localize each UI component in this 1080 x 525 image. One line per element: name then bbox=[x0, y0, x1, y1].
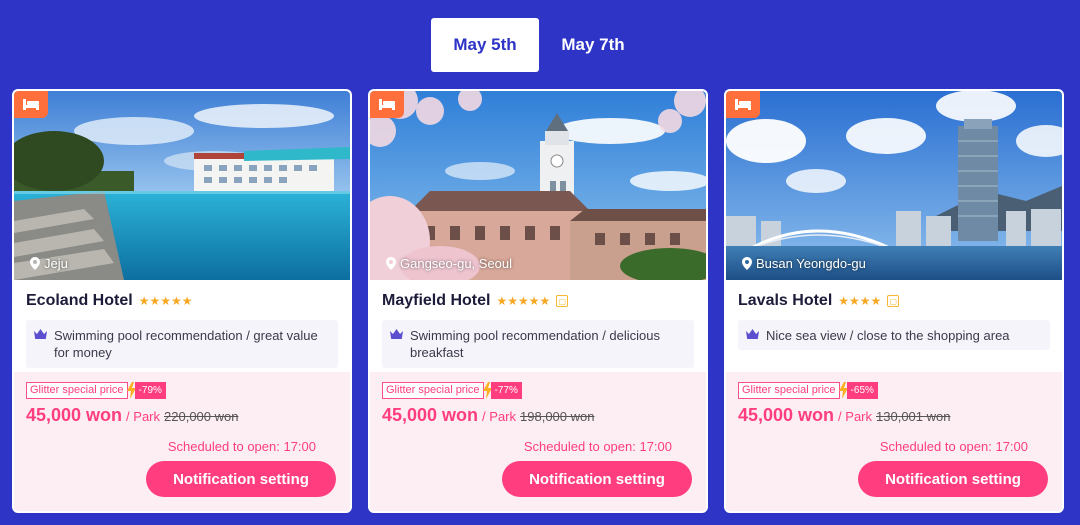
sale-price: 45,000 won bbox=[382, 405, 479, 425]
park-label: / Park bbox=[838, 409, 873, 424]
date-tabs: May 5th May 7th bbox=[431, 18, 647, 72]
recommendation-box: Swimming pool recommendation / delicious… bbox=[382, 320, 694, 368]
notification-setting-button[interactable]: Notification setting bbox=[858, 461, 1048, 497]
location-label: Busan Yeongdo-gu bbox=[742, 256, 866, 271]
hotel-tower-image bbox=[370, 91, 706, 280]
hotel-name: Lavals Hotel bbox=[738, 292, 833, 309]
tab-may-7th[interactable]: May 7th bbox=[539, 18, 647, 72]
location-pin-icon bbox=[30, 257, 40, 270]
price-section: Glitter special price -77% 45,000 won / … bbox=[370, 372, 706, 511]
recommendation-box: Swimming pool recommendation / great val… bbox=[26, 320, 338, 368]
location-pin-icon bbox=[386, 257, 396, 270]
original-price: 220,000 won bbox=[164, 409, 239, 424]
location-text: Busan Yeongdo-gu bbox=[756, 256, 866, 271]
location-label: Jeju bbox=[30, 256, 68, 271]
location-label: Gangseo-gu, Seoul bbox=[386, 256, 512, 271]
price-section: Glitter special price -65% 45,000 won / … bbox=[726, 372, 1062, 511]
special-price-tag: Glitter special price -65% bbox=[738, 381, 1050, 399]
hotel-name: Ecoland Hotel bbox=[26, 292, 133, 309]
hotel-photo[interactable]: Busan Yeongdo-gu bbox=[726, 91, 1062, 280]
special-price-label: Glitter special price bbox=[738, 381, 840, 399]
recommendation-text: Swimming pool recommendation / delicious… bbox=[410, 328, 661, 360]
crown-icon bbox=[34, 329, 47, 339]
special-price-tag: Glitter special price -79% bbox=[26, 381, 338, 399]
hotel-card[interactable]: Gangseo-gu, Seoul Mayfield Hotel ★★★★★ ▢… bbox=[368, 89, 708, 513]
original-price: 130,001 won bbox=[876, 409, 951, 424]
bed-icon bbox=[726, 91, 760, 118]
notification-setting-button[interactable]: Notification setting bbox=[502, 461, 692, 497]
discount-badge: -79% bbox=[134, 381, 166, 399]
notification-setting-button[interactable]: Notification setting bbox=[146, 461, 336, 497]
price-section: Glitter special price -79% 45,000 won / … bbox=[14, 372, 350, 511]
hotel-photo[interactable]: Gangseo-gu, Seoul bbox=[370, 91, 706, 280]
premium-badge-icon: ▢ bbox=[887, 295, 900, 307]
park-label: / Park bbox=[126, 409, 161, 424]
crown-icon bbox=[390, 329, 403, 339]
recommendation-text: Swimming pool recommendation / great val… bbox=[54, 328, 318, 360]
hotel-photo[interactable]: Jeju bbox=[14, 91, 350, 280]
special-price-label: Glitter special price bbox=[26, 381, 128, 399]
special-price-label: Glitter special price bbox=[382, 381, 484, 399]
recommendation-box: Nice sea view / close to the shopping ar… bbox=[738, 320, 1050, 350]
location-text: Jeju bbox=[44, 256, 68, 271]
hotel-card[interactable]: Busan Yeongdo-gu Lavals Hotel ★★★★ ▢ Nic… bbox=[724, 89, 1064, 513]
original-price: 198,000 won bbox=[520, 409, 595, 424]
sale-price: 45,000 won bbox=[738, 405, 835, 425]
open-schedule-text: Scheduled to open: 17:00 bbox=[879, 439, 1028, 454]
pool-resort-image bbox=[14, 91, 350, 280]
hotel-card-list: Jeju Ecoland Hotel ★★★★★ Swimming pool r… bbox=[12, 89, 1064, 513]
star-rating: ★★★★★ bbox=[138, 294, 193, 308]
open-schedule-text: Scheduled to open: 17:00 bbox=[523, 439, 672, 454]
sale-price: 45,000 won bbox=[26, 405, 123, 425]
special-price-tag: Glitter special price -77% bbox=[382, 381, 694, 399]
bed-icon bbox=[370, 91, 404, 118]
discount-badge: -65% bbox=[846, 381, 878, 399]
hotel-card[interactable]: Jeju Ecoland Hotel ★★★★★ Swimming pool r… bbox=[12, 89, 352, 513]
crown-icon bbox=[746, 329, 759, 339]
tab-may-5th[interactable]: May 5th bbox=[431, 18, 539, 72]
bed-icon bbox=[14, 91, 48, 118]
premium-badge-icon: ▢ bbox=[556, 295, 569, 307]
location-text: Gangseo-gu, Seoul bbox=[400, 256, 513, 271]
star-rating: ★★★★★ bbox=[496, 294, 551, 308]
location-pin-icon bbox=[742, 257, 752, 270]
star-rating: ★★★★ bbox=[838, 294, 882, 308]
recommendation-text: Nice sea view / close to the shopping ar… bbox=[766, 328, 1010, 343]
discount-badge: -77% bbox=[490, 381, 522, 399]
hotel-name: Mayfield Hotel bbox=[382, 292, 491, 309]
open-schedule-text: Scheduled to open: 17:00 bbox=[167, 439, 316, 454]
harbor-city-image bbox=[726, 91, 1062, 280]
park-label: / Park bbox=[482, 409, 517, 424]
